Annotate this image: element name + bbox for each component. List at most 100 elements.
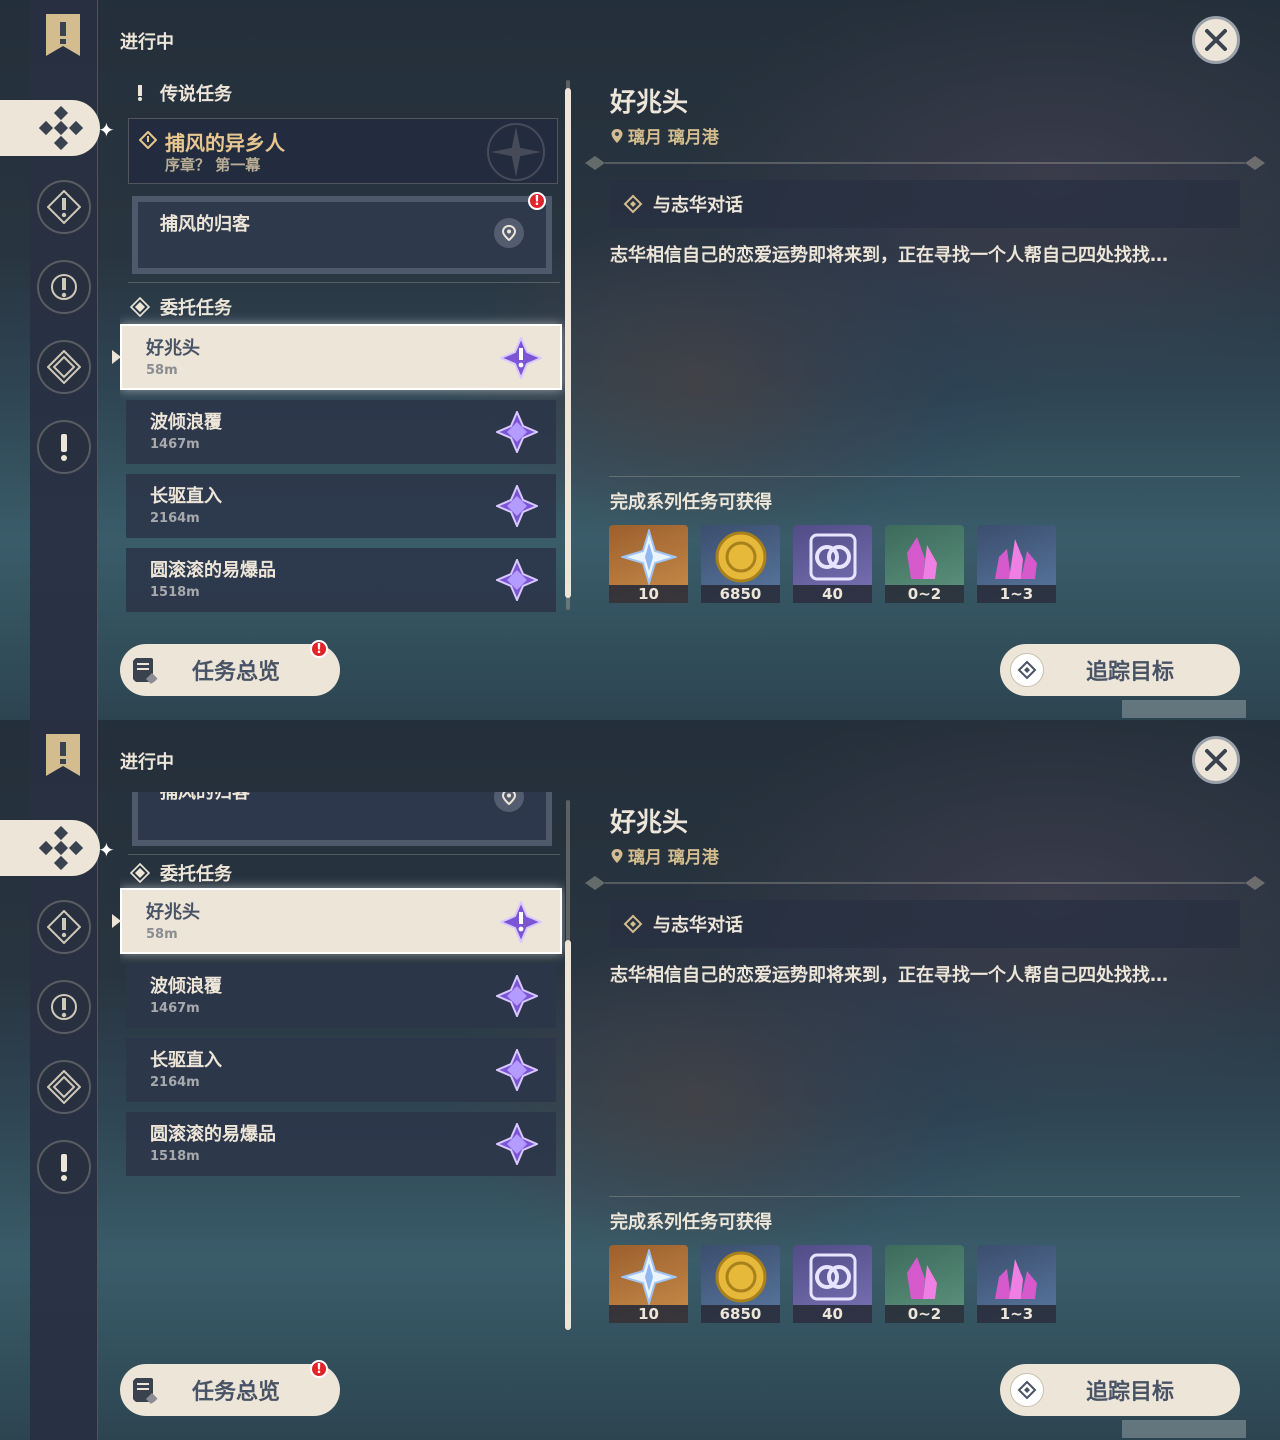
objective-diamond-icon <box>623 914 643 934</box>
chapter-title: 捕风的异乡人 <box>165 131 285 155</box>
chapter-card[interactable]: 捕风的异乡人 序章？ 第一幕 <box>128 118 558 184</box>
reward-divider <box>609 1196 1240 1197</box>
track-objective-button[interactable]: 追踪目标 <box>1000 1364 1240 1416</box>
track-objective-button[interactable]: 追踪目标 <box>1000 644 1240 696</box>
track-diamond-icon <box>1010 1373 1044 1407</box>
quest-list[interactable]: 传说任务 捕风的异乡人 序章？ 第一幕 捕风的归客 ! 委托任务 好兆头 58m… <box>120 72 565 612</box>
close-icon <box>1205 749 1227 771</box>
reward-item[interactable]: 1~3 <box>977 1245 1056 1323</box>
detail-location: 璃月 璃月港 <box>610 843 719 868</box>
adventure-exp-icon <box>809 1253 857 1301</box>
selected-arrow-icon <box>112 914 121 928</box>
section-divider <box>128 854 560 855</box>
quest-item[interactable]: 好兆头 58m <box>120 888 562 954</box>
tab-event[interactable] <box>37 420 91 474</box>
close-button[interactable] <box>1192 736 1240 784</box>
quest-distance: 1467m <box>150 1001 200 1016</box>
crystal-ore-icon <box>907 537 937 579</box>
banner-icon <box>46 14 80 56</box>
list-scroll-thumb[interactable] <box>565 940 571 1330</box>
reward-item[interactable]: 10 <box>609 525 688 603</box>
reward-item[interactable]: 0~2 <box>885 525 964 603</box>
objective-diamond-icon <box>623 194 643 214</box>
commission-diamonds-icon <box>39 826 83 870</box>
quest-description: 志华相信自己的恋爱运势即将来到，正在寻找一个人帮自己四处找找… <box>610 245 1168 266</box>
quest-book-icon <box>133 658 158 685</box>
reward-list: 10 6850 40 0~2 1~3 <box>609 525 1056 603</box>
reward-item[interactable]: 0~2 <box>885 1245 964 1323</box>
primogem-icon <box>621 529 677 585</box>
legend-section-header: 传说任务 <box>130 80 232 106</box>
location-pin-icon <box>611 128 623 143</box>
subtask-title: 捕风的归客 <box>160 214 250 235</box>
tab-archon[interactable] <box>37 980 91 1034</box>
commission-quest-icon <box>496 1049 538 1091</box>
quest-item[interactable]: 长驱直入 2164m <box>126 1038 556 1102</box>
section-divider <box>128 282 560 283</box>
quest-description: 志华相信自己的恋爱运势即将来到，正在寻找一个人帮自己四处找找… <box>610 965 1168 986</box>
ornament-divider <box>585 156 1265 170</box>
sparkle-icon: ✦ <box>98 118 115 142</box>
tab-archon[interactable] <box>37 260 91 314</box>
commission-section-header: 委托任务 <box>130 860 232 886</box>
reward-item[interactable]: 6850 <box>701 1245 780 1323</box>
quest-item[interactable]: 圆滚滚的易爆品 1518m <box>126 548 556 612</box>
reward-item[interactable]: 6850 <box>701 525 780 603</box>
legend-quest-icon <box>47 910 81 944</box>
commission-quest-icon <box>496 975 538 1017</box>
reward-item[interactable]: 10 <box>609 1245 688 1323</box>
crystal-chunk-icon <box>995 539 1037 579</box>
subtask-card[interactable]: 捕风的归客 <box>132 196 552 274</box>
quest-item[interactable]: 圆滚滚的易爆品 1518m <box>126 1112 556 1176</box>
quest-overview-button[interactable]: 任务总览 <box>120 1364 340 1416</box>
exclamation-icon <box>61 434 67 461</box>
reward-title: 完成系列任务可获得 <box>610 1212 772 1233</box>
subtask-title: 捕风的归客 <box>160 792 250 803</box>
quest-distance: 58m <box>146 363 178 378</box>
commission-quest-icon <box>496 559 538 601</box>
list-scroll-thumb[interactable] <box>565 88 571 598</box>
status-label: 进行中 <box>120 752 174 773</box>
close-icon <box>1205 29 1227 51</box>
close-button[interactable] <box>1192 16 1240 64</box>
map-pin-button[interactable] <box>494 792 524 812</box>
tab-world[interactable] <box>37 340 91 394</box>
reward-item[interactable]: 1~3 <box>977 525 1056 603</box>
quest-overview-button[interactable]: 任务总览 <box>120 644 340 696</box>
subtask-card[interactable]: 捕风的归客 <box>132 792 552 846</box>
chapter-diamond-icon <box>139 131 157 149</box>
reward-list: 10 6850 40 0~2 1~3 <box>609 1245 1056 1323</box>
detail-location: 璃月 璃月港 <box>610 123 719 148</box>
quest-item[interactable]: 波倾浪覆 1467m <box>126 400 556 464</box>
quest-title: 波倾浪覆 <box>150 976 222 997</box>
selected-arrow-icon <box>112 350 121 364</box>
reward-item[interactable]: 40 <box>793 1245 872 1323</box>
quest-distance: 2164m <box>150 1075 200 1090</box>
tab-event[interactable] <box>37 1140 91 1194</box>
legend-small-icon <box>138 85 142 101</box>
quest-title: 长驱直入 <box>150 1050 222 1071</box>
commission-quest-icon <box>496 411 538 453</box>
tab-legend[interactable] <box>37 180 91 234</box>
tab-world[interactable] <box>37 1060 91 1114</box>
subtask-alert-badge: ! <box>528 192 546 210</box>
commission-quest-icon <box>500 901 542 943</box>
reward-item[interactable]: 40 <box>793 525 872 603</box>
quest-item[interactable]: 长驱直入 2164m <box>126 474 556 538</box>
quest-title: 好兆头 <box>146 902 200 923</box>
quest-item[interactable]: 好兆头 58m <box>120 324 562 390</box>
commission-diamonds-icon <box>39 106 83 150</box>
commission-section-header: 委托任务 <box>130 294 232 320</box>
quest-item[interactable]: 波倾浪覆 1467m <box>126 964 556 1028</box>
quest-list[interactable]: 捕风的归客 委托任务 好兆头 58m 波倾浪覆 1467m 长驱直入 2164m… <box>120 792 565 1332</box>
quest-distance: 1518m <box>150 1149 200 1164</box>
exclamation-icon <box>61 1154 67 1181</box>
quest-screen-2: ✦ 进行中 捕风的归客 委托任务 好兆头 58m 波倾浪覆 1467m 长驱直入… <box>0 720 1280 1440</box>
tab-commission-active[interactable] <box>0 100 100 156</box>
uid-watermark <box>1122 700 1246 718</box>
reward-divider <box>609 476 1240 477</box>
tab-commission-active[interactable] <box>0 820 100 876</box>
crystal-ore-icon <box>907 1257 937 1299</box>
tab-legend[interactable] <box>37 900 91 954</box>
map-pin-button[interactable] <box>494 218 524 248</box>
